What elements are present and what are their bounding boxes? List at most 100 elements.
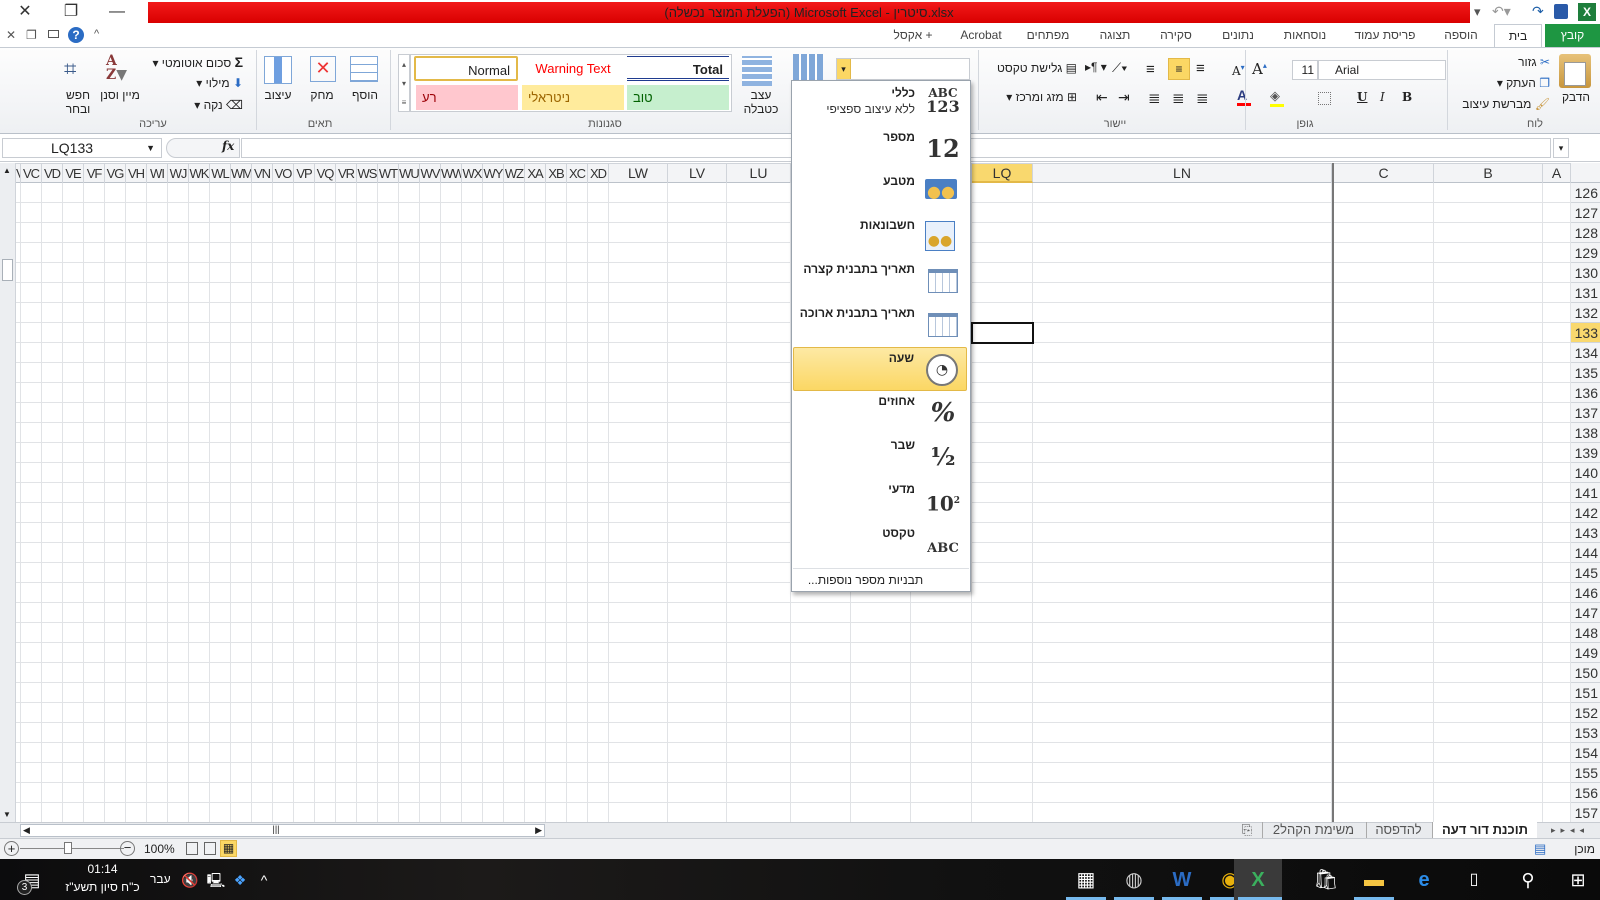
style-neutral[interactable]: ניטראלי	[522, 85, 624, 110]
new-sheet-button[interactable]: ⎘	[1232, 822, 1262, 839]
find-select-button[interactable]: חפש ובחר	[58, 88, 98, 116]
row-header[interactable]: 147	[1571, 603, 1600, 623]
merge-center-button[interactable]: ⊞ מזג ומרכז ▾	[990, 90, 1077, 104]
store-icon[interactable]: 🛍	[1304, 862, 1348, 898]
menu-item-format[interactable]: תאריך בתבנית קצרה	[793, 259, 967, 303]
row-header[interactable]: 135	[1571, 363, 1600, 383]
menu-item-format[interactable]: תאריך בתבנית ארוכה	[793, 303, 967, 347]
tab-file[interactable]: קובץ	[1545, 24, 1600, 47]
style-total[interactable]: Total	[627, 56, 729, 81]
restore-button[interactable]: ❐	[56, 2, 86, 22]
row-header[interactable]: 133	[1571, 323, 1600, 343]
horizontal-scroll-thumb[interactable]: |||	[151, 824, 401, 837]
row-header[interactable]: 157	[1571, 803, 1600, 823]
binoculars-icon[interactable]: ⌗	[64, 56, 76, 82]
bold-button[interactable]: B	[1402, 90, 1412, 104]
delete-button[interactable]: מחק	[305, 88, 339, 102]
excel-taskbar-icon[interactable]: X	[1236, 862, 1280, 898]
tab-home[interactable]: בית	[1494, 24, 1542, 47]
tab-view[interactable]: תצוגה	[1085, 24, 1145, 47]
row-header[interactable]: 151	[1571, 683, 1600, 703]
horizontal-scrollbar[interactable]: ◀ ||| ▶	[20, 824, 545, 837]
row-header[interactable]: 141	[1571, 483, 1600, 503]
row-header[interactable]: 154	[1571, 743, 1600, 763]
column-header[interactable]: LN	[1033, 164, 1332, 183]
align-middle-button[interactable]: ≡	[1168, 58, 1190, 80]
more-number-formats-item[interactable]: תבניות מספר נוספות...	[793, 573, 938, 587]
column-header[interactable]: C	[1334, 164, 1434, 183]
column-header[interactable]: LQ	[972, 164, 1033, 183]
sort-filter-button[interactable]: מיין וסנן	[100, 88, 140, 102]
insert-button[interactable]: הוסף	[348, 88, 382, 102]
menu-item-format[interactable]: שבר ½	[793, 435, 967, 479]
align-left-button[interactable]: ≣	[1148, 89, 1161, 107]
column-header[interactable]: VR	[336, 164, 357, 183]
paste-button[interactable]: הדבק	[1556, 90, 1596, 104]
menu-item-format[interactable]: שעה ◔	[793, 347, 967, 391]
column-header[interactable]: VC	[21, 164, 42, 183]
zoom-level[interactable]: 100%	[144, 842, 175, 856]
row-header[interactable]: 131	[1571, 283, 1600, 303]
page-break-view-button[interactable]	[186, 842, 198, 855]
normal-view-button[interactable]: ▦	[220, 840, 237, 857]
tab-insert[interactable]: הוספה	[1432, 24, 1490, 47]
italic-button[interactable]: I	[1380, 90, 1385, 104]
decrease-indent-button[interactable]: ⇤	[1096, 89, 1108, 106]
insert-cells-icon[interactable]	[350, 56, 378, 82]
align-right-button[interactable]: ≣	[1196, 89, 1209, 107]
cut-button[interactable]: ✂ גזור	[1490, 55, 1550, 69]
qat-customize-icon[interactable]: ▾	[1474, 4, 1481, 20]
row-header[interactable]: 138	[1571, 423, 1600, 443]
fill-color-button[interactable]: ◈	[1270, 88, 1284, 107]
column-header[interactable]: WI	[147, 164, 168, 183]
row-header[interactable]: 144	[1571, 543, 1600, 563]
row-header[interactable]: 155	[1571, 763, 1600, 783]
dropdown-arrow-icon[interactable]: ▾	[837, 59, 851, 79]
sheet-tab-active[interactable]: תוכנת דור דעה	[1432, 822, 1537, 839]
column-header[interactable]: VF	[84, 164, 105, 183]
column-header[interactable]: XD	[588, 164, 609, 183]
scroll-down-icon[interactable]: ▼	[3, 810, 11, 819]
row-header[interactable]: 140	[1571, 463, 1600, 483]
column-header[interactable]: WY	[483, 164, 504, 183]
row-header[interactable]: 156	[1571, 783, 1600, 803]
action-center-icon[interactable]: ▤	[10, 862, 54, 898]
menu-item-format[interactable]: טקסט ABC	[793, 523, 967, 567]
format-painter-button[interactable]: 🖌 מברשת עיצוב	[1455, 97, 1550, 111]
style-warning-text[interactable]: Warning Text	[522, 56, 624, 81]
column-header[interactable]: WU	[399, 164, 420, 183]
row-header[interactable]: 146	[1571, 583, 1600, 603]
tab-acrobat[interactable]: Acrobat	[950, 24, 1012, 47]
clock-date[interactable]: כ"ח סיון תשע"ז	[60, 880, 145, 894]
search-icon[interactable]: ⚲	[1506, 862, 1550, 898]
column-header[interactable]: LV	[668, 164, 727, 183]
format-button[interactable]: עיצוב	[260, 88, 296, 102]
show-hidden-icons[interactable]: ^	[242, 862, 286, 898]
scroll-left-icon[interactable]: ◀	[23, 825, 30, 836]
column-header[interactable]: LU	[727, 164, 791, 183]
column-header[interactable]: WX	[462, 164, 483, 183]
row-header[interactable]: 149	[1571, 643, 1600, 663]
undo-icon[interactable]: ↶▾	[1492, 3, 1511, 20]
column-header[interactable]: XB	[546, 164, 567, 183]
column-header[interactable]: WV	[420, 164, 441, 183]
row-header[interactable]: 128	[1571, 223, 1600, 243]
align-top-button[interactable]: ≡	[1196, 60, 1205, 77]
zoom-slider-thumb[interactable]	[64, 842, 72, 854]
row-header[interactable]: 129	[1571, 243, 1600, 263]
style-bad[interactable]: רע	[416, 85, 518, 110]
row-header[interactable]: 127	[1571, 203, 1600, 223]
row-header[interactable]: 153	[1571, 723, 1600, 743]
help-icon[interactable]: ?	[68, 27, 84, 43]
column-header[interactable]: B	[1434, 164, 1543, 183]
number-format-select[interactable]: ▾	[836, 58, 970, 80]
row-header[interactable]: 126	[1571, 183, 1600, 203]
underline-button[interactable]: U	[1357, 90, 1367, 104]
select-all-button[interactable]	[1571, 163, 1600, 183]
column-header[interactable]: WL	[210, 164, 231, 183]
conditional-formatting-icon[interactable]	[793, 54, 823, 82]
column-header[interactable]: VG	[105, 164, 126, 183]
row-header[interactable]: 139	[1571, 443, 1600, 463]
tab-developer[interactable]: מפתחים	[1015, 24, 1081, 47]
fill-button[interactable]: ⬇ מילוי ▾	[185, 76, 243, 90]
